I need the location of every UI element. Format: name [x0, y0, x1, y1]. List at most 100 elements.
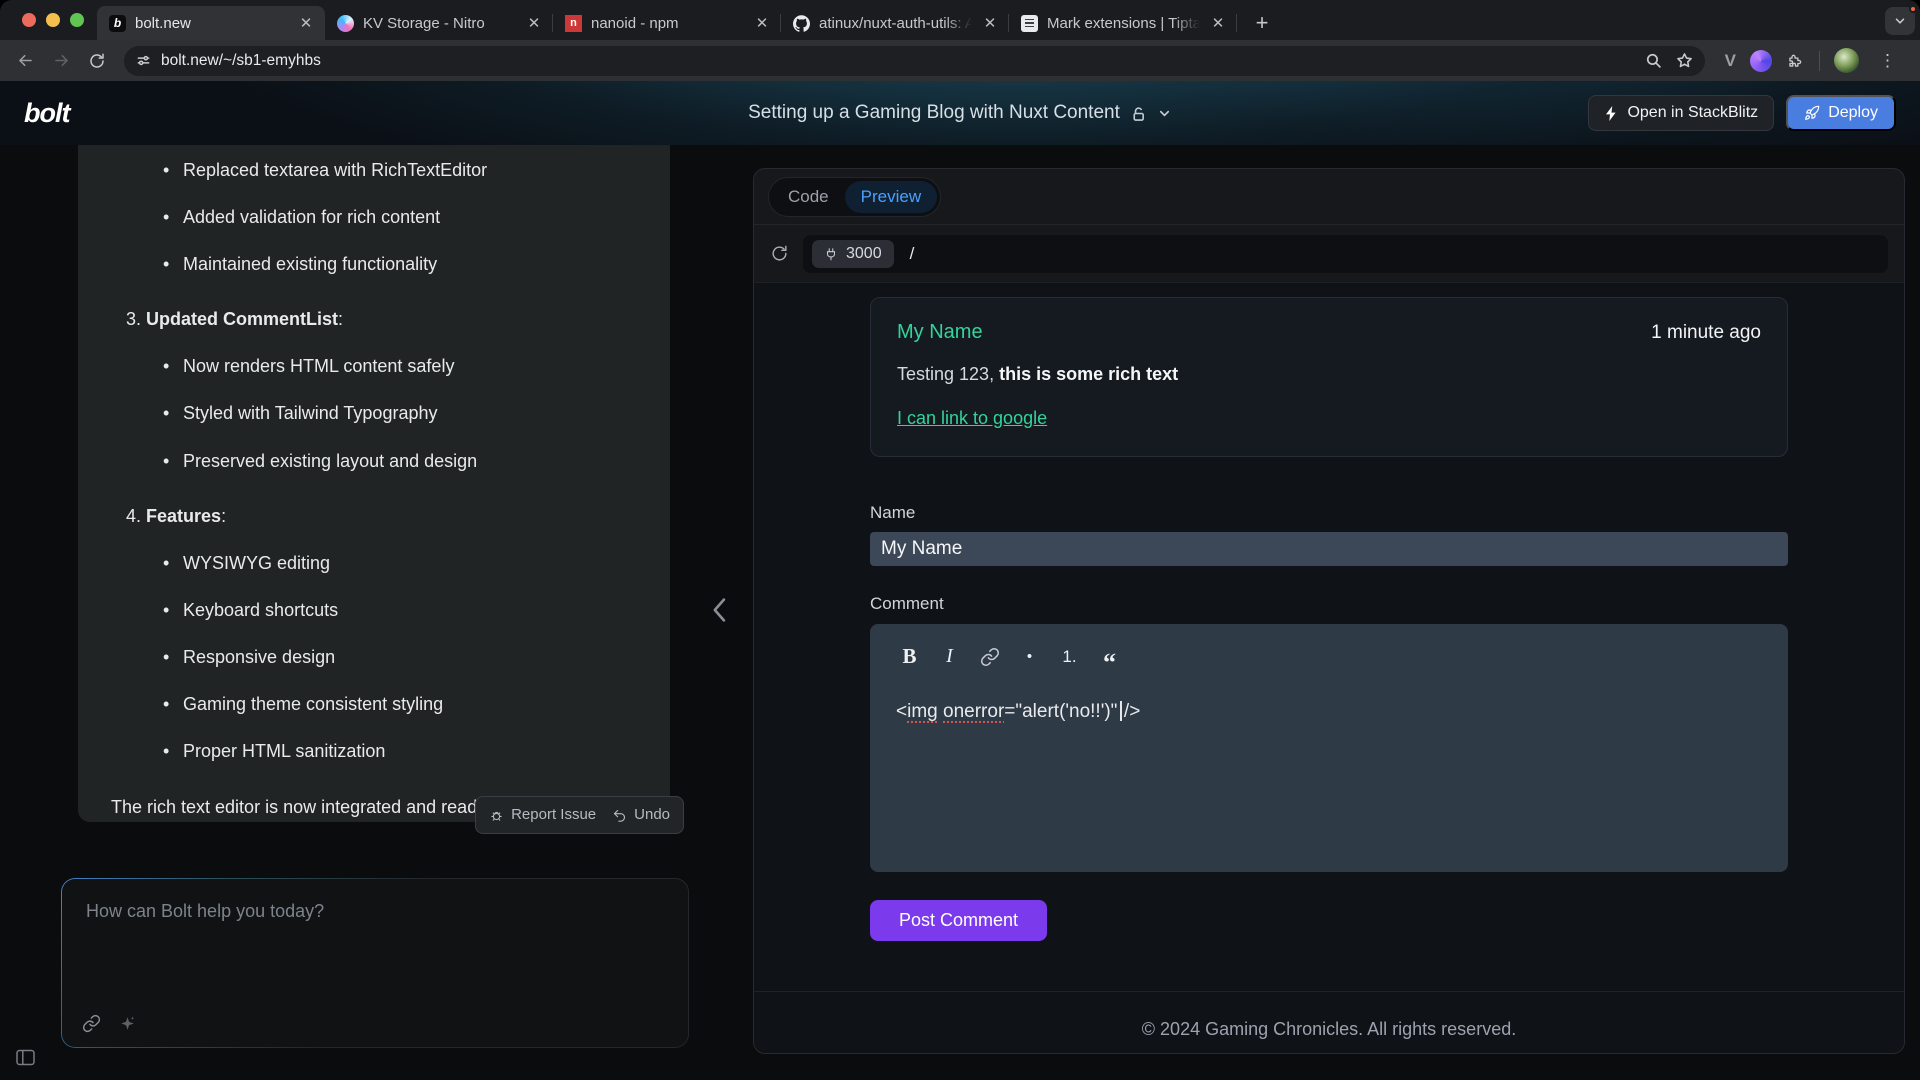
- tab-close-icon[interactable]: ✕: [525, 14, 543, 32]
- chat-bullet-list: WYSIWYG editing Keyboard shortcuts Respo…: [111, 550, 637, 765]
- preview-url-bar: 3000 /: [754, 225, 1904, 283]
- tab-close-icon[interactable]: ✕: [1209, 14, 1227, 32]
- attach-link-icon[interactable]: [82, 1014, 101, 1033]
- tab-kv-storage[interactable]: KV Storage - Nitro ✕: [325, 6, 553, 40]
- list-item: Keyboard shortcuts: [163, 597, 637, 623]
- extensions-puzzle-icon[interactable]: [1786, 51, 1805, 70]
- report-issue-label: Report Issue: [511, 806, 597, 824]
- tab-close-icon[interactable]: ✕: [981, 14, 999, 32]
- tab-title: nanoid - npm: [591, 14, 679, 32]
- tiptap-favicon: [1021, 14, 1038, 32]
- tab-tiptap[interactable]: Mark extensions | Tiptap Edit ✕: [1009, 6, 1237, 40]
- list-item: Preserved existing layout and design: [163, 448, 637, 474]
- sidebar-toggle-icon[interactable]: [16, 1049, 35, 1066]
- bolt-header: bolt Setting up a Gaming Blog with Nuxt …: [0, 81, 1920, 145]
- comment-card: My Name 1 minute ago Testing 123, this is…: [870, 297, 1788, 457]
- back-button[interactable]: [10, 46, 40, 76]
- bolt-logo[interactable]: bolt: [24, 98, 70, 129]
- new-tab-button[interactable]: +: [1245, 6, 1279, 40]
- tab-title: bolt.new: [135, 14, 191, 32]
- vimium-extension-icon[interactable]: V: [1725, 51, 1736, 71]
- minimize-window-button[interactable]: [46, 13, 60, 27]
- comment-author: My Name: [897, 321, 983, 343]
- list-item: Now renders HTML content safely: [163, 353, 637, 379]
- comment-body-regular: Testing 123,: [897, 364, 995, 384]
- list-item: Gaming theme consistent styling: [163, 691, 637, 717]
- notification-dot: [1909, 5, 1917, 13]
- italic-button[interactable]: I: [936, 645, 963, 668]
- report-issue-button[interactable]: Report Issue: [489, 804, 596, 826]
- list-item: Responsive design: [163, 644, 637, 670]
- blockquote-button[interactable]: “: [1096, 646, 1123, 675]
- bolt-favicon: b: [109, 14, 126, 32]
- rich-text-editor[interactable]: B I • 1. “ <img onerror="alert('no!!')" /…: [870, 624, 1788, 872]
- link-button[interactable]: [976, 647, 1003, 667]
- comment-link[interactable]: I can link to google: [897, 408, 1047, 429]
- tab-title: Mark extensions | Tiptap Edit: [1047, 14, 1200, 32]
- lightning-icon: [1604, 105, 1618, 121]
- numbered-heading: 3. Updated CommentList:: [126, 309, 344, 330]
- list-item: Proper HTML sanitization: [163, 738, 637, 764]
- tab-code[interactable]: Code: [772, 181, 845, 213]
- profile-avatar[interactable]: [1834, 48, 1859, 73]
- comment-label: Comment: [870, 594, 944, 613]
- list-item: Replaced textarea with RichTextEditor: [163, 157, 637, 183]
- preview-address-field[interactable]: 3000 /: [803, 234, 1888, 273]
- visibility-lock-icon[interactable]: [1130, 105, 1147, 122]
- forward-button[interactable]: [46, 46, 76, 76]
- comment-timestamp: 1 minute ago: [1651, 322, 1761, 343]
- traffic-lights: [22, 13, 84, 27]
- tab-title: KV Storage - Nitro: [363, 14, 485, 32]
- toolbar-separator: [1819, 50, 1820, 71]
- main-area: Replaced textarea with RichTextEditor Ad…: [0, 145, 1920, 1080]
- tab-preview[interactable]: Preview: [844, 180, 938, 213]
- chat-message-panel: Replaced textarea with RichTextEditor Ad…: [78, 145, 684, 834]
- chat-prompt-box: [61, 878, 689, 1048]
- port-pill[interactable]: 3000: [812, 239, 894, 268]
- site-info-icon[interactable]: [136, 53, 151, 68]
- tab-github[interactable]: atinux/nuxt-auth-utils: Add A ✕: [781, 6, 1009, 40]
- purple-extension-icon[interactable]: [1750, 49, 1772, 72]
- chrome-menu-icon[interactable]: ⋮: [1873, 51, 1902, 71]
- chat-actions-pill: Report Issue Undo: [475, 796, 684, 834]
- numbered-heading: 4. Features:: [126, 505, 227, 526]
- nitro-favicon: [337, 14, 354, 32]
- collapse-panel-chevron[interactable]: [712, 597, 728, 623]
- bug-icon: [489, 808, 504, 823]
- browser-tabs: b bolt.new ✕ KV Storage - Nitro ✕ n nano…: [97, 6, 1279, 40]
- list-item: Maintained existing functionality: [163, 251, 637, 277]
- rocket-icon: [1804, 105, 1820, 121]
- post-comment-button[interactable]: Post Comment: [870, 900, 1047, 941]
- tab-close-icon[interactable]: ✕: [753, 14, 771, 32]
- deploy-button[interactable]: Deploy: [1786, 95, 1896, 131]
- tab-bolt[interactable]: b bolt.new ✕: [97, 6, 325, 40]
- enhance-sparkles-icon[interactable]: [119, 1015, 136, 1032]
- preview-reload-icon[interactable]: [770, 244, 789, 263]
- undo-button[interactable]: Undo: [612, 804, 670, 826]
- zoom-icon[interactable]: [1645, 52, 1662, 69]
- workbench-toolbar: Code Preview: [754, 169, 1904, 225]
- tab-nanoid[interactable]: n nanoid - npm ✕: [553, 6, 781, 40]
- maximize-window-button[interactable]: [70, 13, 84, 27]
- editor-content[interactable]: <img onerror="alert('no!!')"/>: [896, 701, 1762, 723]
- bullet-list-button[interactable]: •: [1016, 648, 1043, 665]
- port-number: 3000: [846, 244, 882, 262]
- misspelled-word: img: [907, 701, 938, 722]
- tab-search-button[interactable]: [1885, 5, 1917, 35]
- open-in-stackblitz-button[interactable]: Open in StackBlitz: [1588, 95, 1775, 131]
- address-bar[interactable]: bolt.new/~/sb1-emyhbs: [124, 45, 1705, 76]
- preview-path[interactable]: /: [910, 244, 915, 264]
- tab-close-icon[interactable]: ✕: [297, 14, 315, 32]
- reload-button[interactable]: [82, 46, 112, 76]
- ordered-list-button[interactable]: 1.: [1056, 647, 1083, 667]
- url-text[interactable]: bolt.new/~/sb1-emyhbs: [161, 52, 1635, 70]
- undo-label: Undo: [634, 806, 670, 824]
- chat-prompt-input[interactable]: [62, 879, 688, 1047]
- name-input[interactable]: [870, 532, 1788, 566]
- editor-toolbar: B I • 1. “: [896, 644, 1762, 675]
- bold-button[interactable]: B: [896, 644, 923, 669]
- close-window-button[interactable]: [22, 13, 36, 27]
- project-menu-chevron-icon[interactable]: [1157, 106, 1172, 121]
- comment-body-bold: this is some rich text: [999, 364, 1179, 384]
- bookmark-star-icon[interactable]: [1676, 52, 1693, 69]
